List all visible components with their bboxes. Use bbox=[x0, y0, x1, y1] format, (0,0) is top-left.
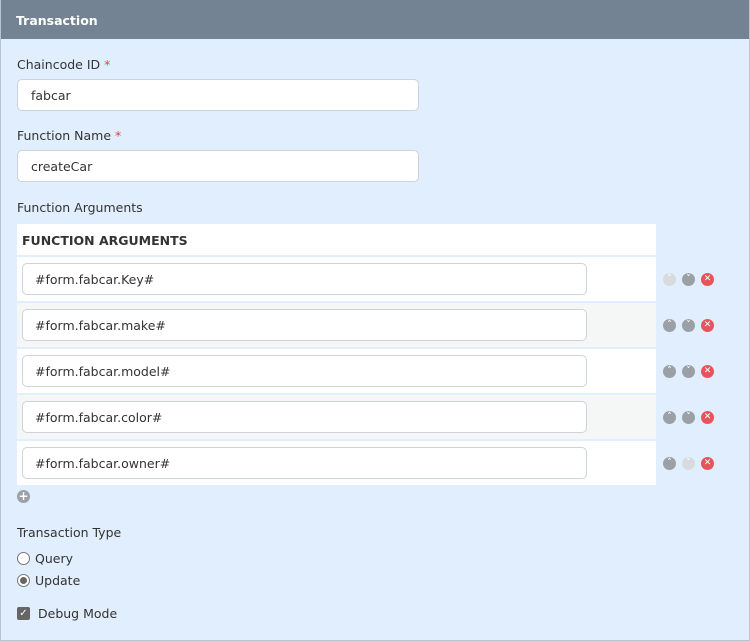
move-down-icon[interactable]: ˅ bbox=[682, 365, 695, 378]
transaction-type-label: Transaction Type bbox=[17, 525, 122, 540]
remove-icon[interactable]: ✕ bbox=[701, 273, 714, 286]
checkbox-checked-icon[interactable]: ✓ bbox=[17, 607, 30, 620]
table-row: #form.fabcar.owner# bbox=[17, 441, 656, 485]
move-down-icon[interactable]: ˅ bbox=[682, 319, 695, 332]
argument-input[interactable]: #form.fabcar.owner# bbox=[22, 447, 587, 479]
remove-icon[interactable]: ✕ bbox=[701, 365, 714, 378]
table-row: #form.fabcar.model# bbox=[17, 349, 656, 393]
table-header: FUNCTION ARGUMENTS bbox=[17, 224, 656, 255]
radio-icon[interactable] bbox=[17, 552, 30, 565]
argument-input[interactable]: #form.fabcar.make# bbox=[22, 309, 587, 341]
argument-input[interactable]: #form.fabcar.model# bbox=[22, 355, 587, 387]
function-arguments-table: FUNCTION ARGUMENTS #form.fabcar.Key# #fo… bbox=[17, 224, 656, 487]
panel-title: Transaction bbox=[1, 0, 749, 39]
remove-icon[interactable]: ✕ bbox=[701, 457, 714, 470]
function-name-input[interactable]: createCar bbox=[17, 150, 419, 182]
table-row: #form.fabcar.make# bbox=[17, 303, 656, 347]
radio-update[interactable]: Update bbox=[17, 573, 80, 588]
move-up-icon[interactable]: ˄ bbox=[663, 457, 676, 470]
argument-input[interactable]: #form.fabcar.Key# bbox=[22, 263, 587, 295]
function-arguments-label: Function Arguments bbox=[17, 200, 143, 215]
move-up-icon[interactable]: ˄ bbox=[663, 319, 676, 332]
remove-icon[interactable]: ✕ bbox=[701, 319, 714, 332]
table-row: #form.fabcar.color# bbox=[17, 395, 656, 439]
move-up-icon[interactable]: ˄ bbox=[663, 411, 676, 424]
move-down-icon: ˅ bbox=[682, 457, 695, 470]
debug-mode-checkbox[interactable]: ✓ Debug Mode bbox=[17, 606, 117, 621]
function-name-label: Function Name * bbox=[17, 128, 122, 143]
move-up-icon[interactable]: ˄ bbox=[663, 365, 676, 378]
move-down-icon[interactable]: ˅ bbox=[682, 411, 695, 424]
radio-query[interactable]: Query bbox=[17, 551, 73, 566]
transaction-panel: Transaction Chaincode ID * fabcar Functi… bbox=[0, 0, 750, 641]
table-row: #form.fabcar.Key# bbox=[17, 257, 656, 301]
radio-icon[interactable] bbox=[17, 574, 30, 587]
chaincode-id-input[interactable]: fabcar bbox=[17, 79, 419, 111]
move-up-icon: ˄ bbox=[663, 273, 676, 286]
add-argument-icon[interactable]: + bbox=[17, 490, 30, 503]
argument-input[interactable]: #form.fabcar.color# bbox=[22, 401, 587, 433]
chaincode-id-label: Chaincode ID * bbox=[17, 57, 111, 72]
move-down-icon[interactable]: ˅ bbox=[682, 273, 695, 286]
remove-icon[interactable]: ✕ bbox=[701, 411, 714, 424]
